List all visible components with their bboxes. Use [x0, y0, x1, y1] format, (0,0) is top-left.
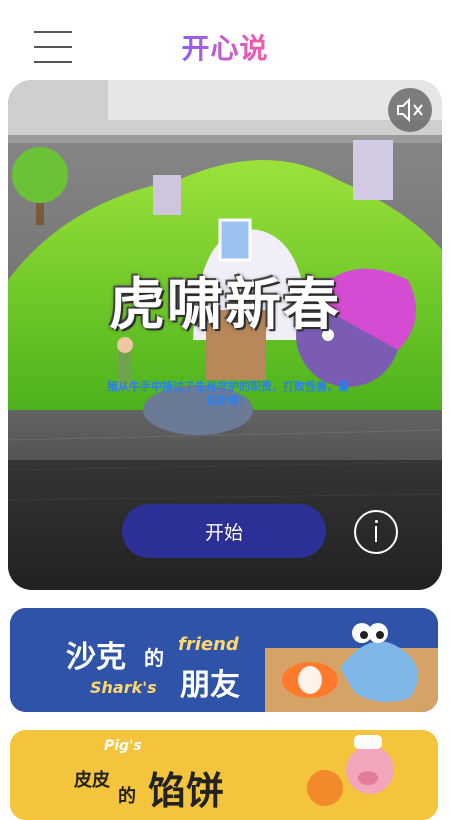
- hero-card[interactable]: 虎啸新春 猪从牛手中接过了生肖守护的职责，打败怪兽，喜迎新春！ 开始: [8, 80, 442, 590]
- pig-title-cn-2: 的: [118, 786, 136, 807]
- story-card-shark[interactable]: 沙克 的 friend Shark's 朋友: [10, 608, 438, 712]
- pig-title-en: Pig's: [104, 738, 142, 754]
- info-icon[interactable]: [354, 510, 398, 554]
- hero-subtitle: 猪从牛手中接过了生肖守护的职责，打败怪兽，喜迎新春！: [107, 380, 349, 407]
- shark-title-cn-1: 沙克: [66, 640, 126, 675]
- story-card-pig[interactable]: Pig's 皮皮 的 馅饼: [10, 730, 438, 820]
- shark-title-cn-3: 朋友: [180, 668, 240, 703]
- mute-icon: [397, 97, 423, 123]
- info-dot: [375, 520, 378, 523]
- pig-title-cn-3: 馅饼: [148, 769, 225, 813]
- app-title-text: 开心说: [181, 32, 268, 65]
- header: 开心说: [0, 0, 450, 80]
- hero-title: 虎啸新春: [109, 273, 341, 338]
- shark-title-en-1: friend: [178, 634, 239, 655]
- shark-title-cn-2: 的: [144, 646, 164, 670]
- shark-title-en-2: Shark's: [90, 678, 157, 697]
- info-bar: [375, 526, 377, 542]
- pig-title-cn-1: 皮皮: [74, 770, 110, 791]
- app-title: 开心说: [0, 30, 450, 77]
- mute-button[interactable]: [388, 88, 432, 132]
- start-button[interactable]: 开始: [122, 504, 326, 558]
- app-title-svg: 开心说: [181, 32, 268, 65]
